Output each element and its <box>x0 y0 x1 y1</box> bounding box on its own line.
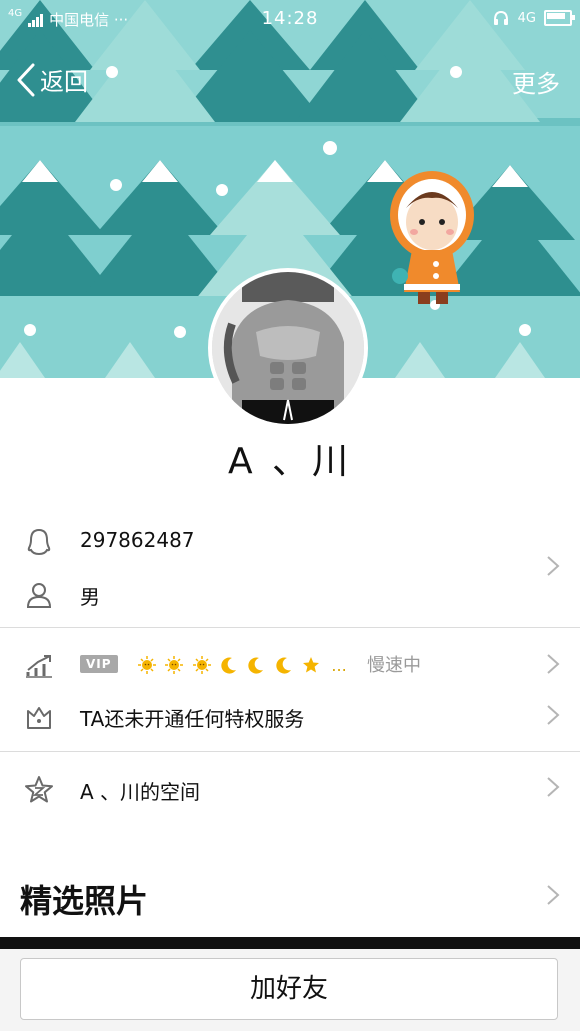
featured-photos-title[interactable]: 精选照片 <box>20 876 148 922</box>
level-info: VIP ... 慢速中 <box>80 650 421 677</box>
more-button[interactable]: 更多 <box>512 64 560 99</box>
data-type-label: 4G <box>517 10 536 26</box>
chevron-right-icon[interactable] <box>546 555 560 577</box>
qq-number: 297862487 <box>80 528 195 552</box>
sun-icon <box>165 656 184 674</box>
sun-icon <box>137 656 156 674</box>
moon-icon <box>248 657 264 674</box>
level-ellipsis: ... <box>331 655 347 675</box>
qzone-label: A 、川的空间 <box>80 780 201 804</box>
top-nav-bar: 返回 更多 <box>0 58 580 108</box>
back-label: 返回 <box>40 68 88 96</box>
level-icons: ... <box>137 652 347 676</box>
chevron-left-icon <box>17 63 35 96</box>
chevron-right-icon[interactable] <box>546 884 560 906</box>
moon-icon <box>221 657 236 674</box>
chevron-right-icon[interactable] <box>546 653 560 675</box>
moon-icon <box>276 657 291 674</box>
gender-value: 男 <box>80 585 100 609</box>
privilege-services-row[interactable]: TA还未开通任何特权服务 <box>0 690 580 740</box>
qzone-row[interactable]: A 、川的空间 <box>0 763 580 813</box>
battery-icon <box>544 10 575 26</box>
sun-icon <box>192 656 211 674</box>
penguin-icon <box>27 528 51 556</box>
level-up-icon <box>26 655 52 678</box>
divider <box>0 751 580 752</box>
gender-row[interactable]: 男 <box>0 568 580 618</box>
status-bar: 4G 中国电信 ··· 14:28 4G <box>0 0 580 40</box>
speed-status: 慢速中 <box>367 654 422 676</box>
headphone-icon <box>493 10 508 25</box>
vip-badge: VIP <box>80 654 118 673</box>
avatar-image <box>212 272 364 424</box>
crown-icon <box>27 707 51 729</box>
featured-photo-thumbnail[interactable] <box>0 937 580 949</box>
bottom-action-bar: 加好友 <box>0 949 580 1031</box>
privilege-services-text: TA还未开通任何特权服务 <box>80 707 305 731</box>
qzone-star-icon <box>25 776 53 803</box>
person-icon <box>26 583 52 608</box>
back-button[interactable]: 返回 <box>16 62 88 97</box>
qq-number-row[interactable]: 297862487 <box>0 515 580 565</box>
avatar[interactable] <box>208 268 368 428</box>
chevron-right-icon[interactable] <box>546 704 560 726</box>
divider <box>0 627 580 628</box>
level-row[interactable]: VIP ... 慢速中 <box>0 638 580 688</box>
chevron-right-icon[interactable] <box>546 776 560 798</box>
profile-nickname: A 、川 <box>227 441 353 482</box>
add-friend-button[interactable]: 加好友 <box>20 958 558 1020</box>
star-icon <box>303 657 320 673</box>
